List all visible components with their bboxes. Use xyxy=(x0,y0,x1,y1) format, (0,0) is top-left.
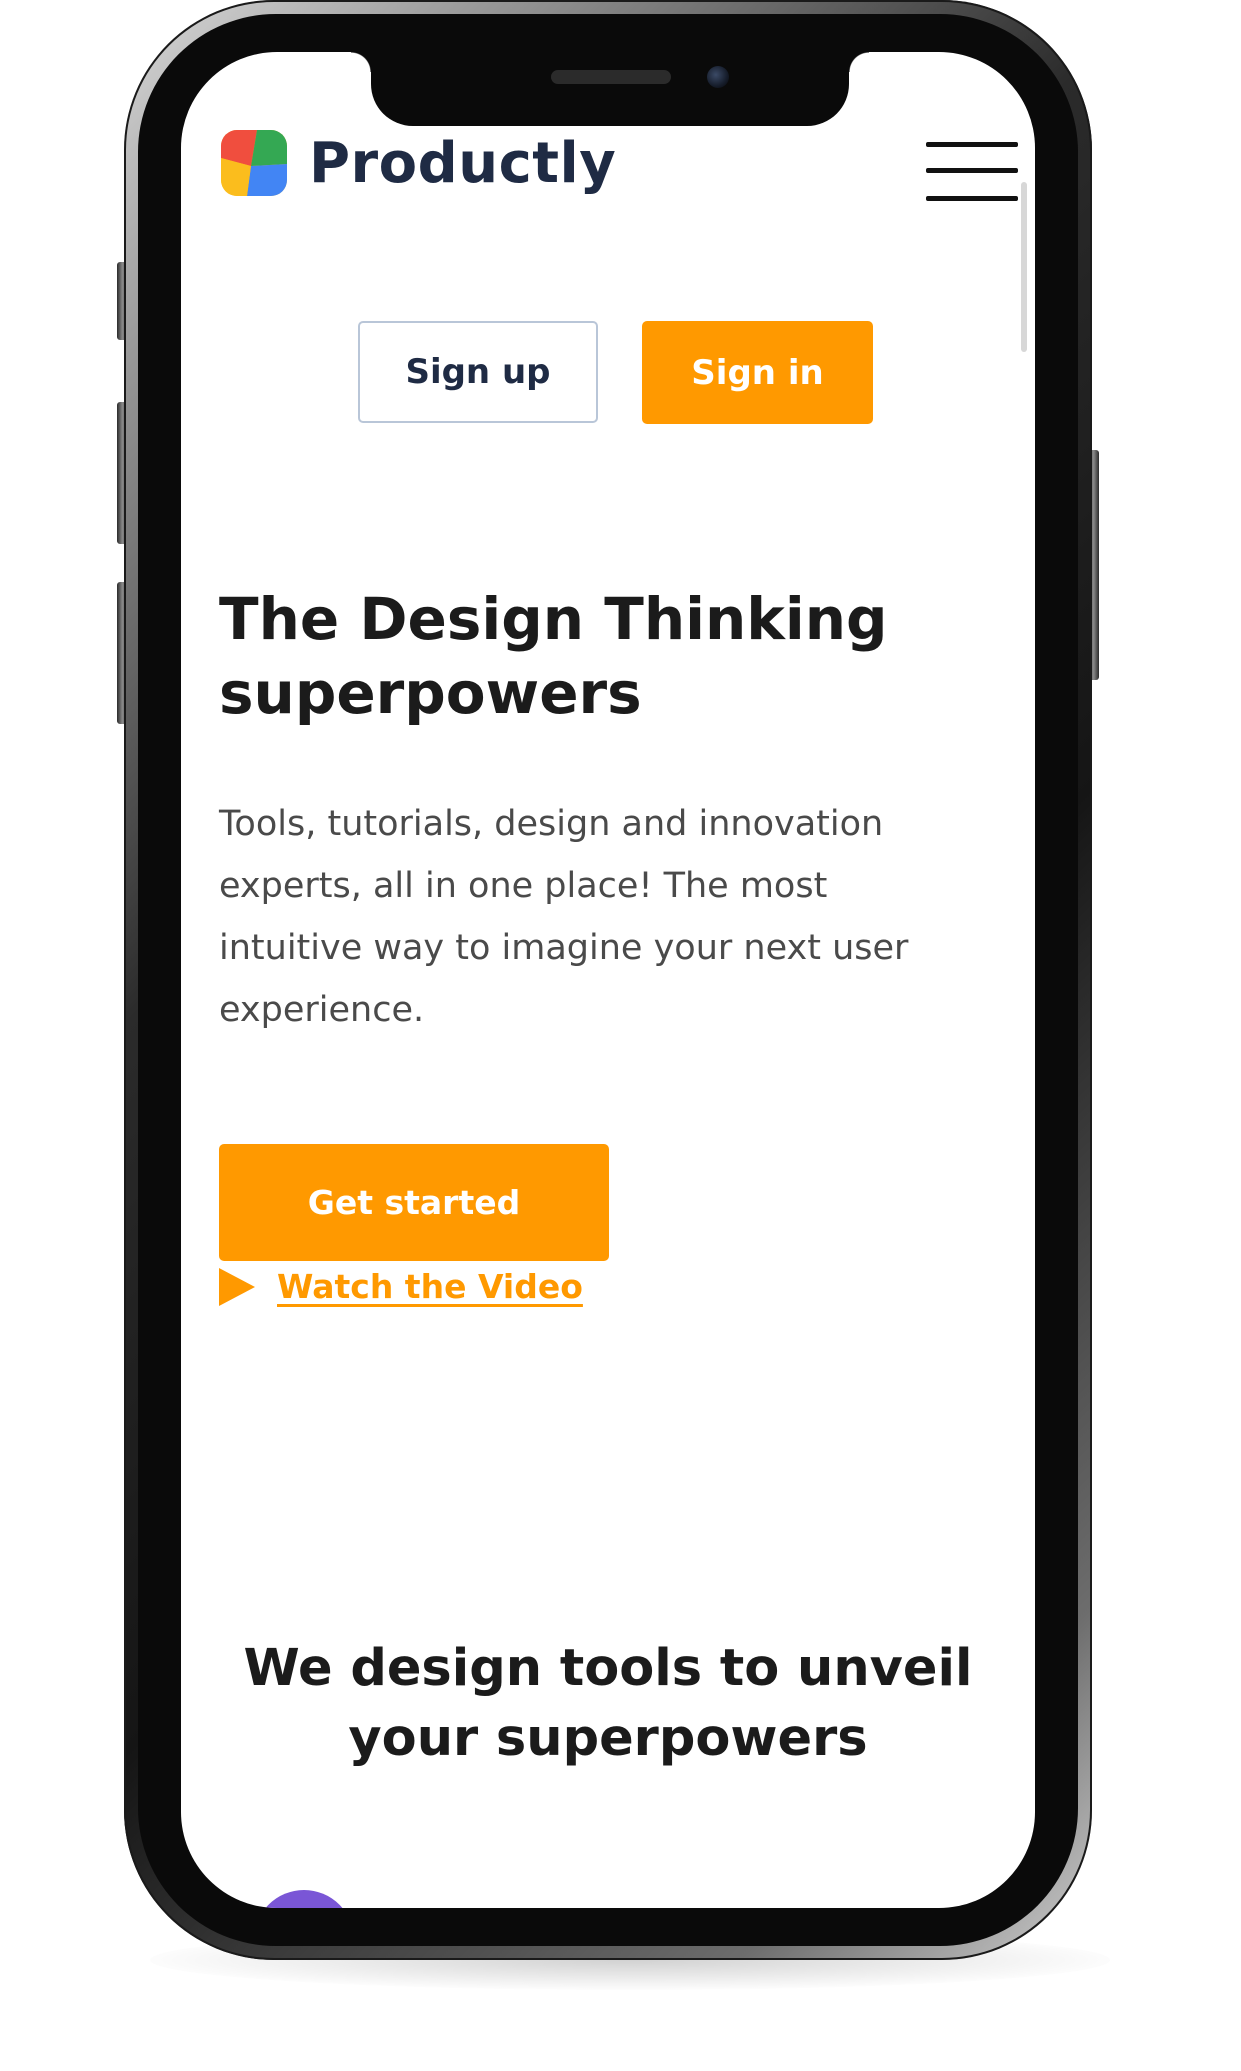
phone-notch xyxy=(351,52,869,126)
hero-title-line: The Design Thinking xyxy=(219,585,888,653)
earpiece-speaker xyxy=(551,70,671,84)
section-title-line: your superpowers xyxy=(348,1709,868,1768)
hero-title-line: superpowers xyxy=(219,659,642,727)
hero-description-line: Tools, tutorials, design and innovation xyxy=(219,804,884,844)
menu-bar xyxy=(926,168,1018,173)
get-started-button[interactable]: Get started xyxy=(219,1144,609,1261)
section-title-line: We design tools to unveil xyxy=(243,1639,973,1698)
menu-bar xyxy=(926,142,1018,147)
page-scrollbar[interactable] xyxy=(1021,182,1027,352)
brand-logo[interactable]: Productly xyxy=(221,130,616,196)
sign-in-button[interactable]: Sign in xyxy=(642,321,873,424)
phone-frame: Productly Sign up Sign in The Design Thi… xyxy=(124,0,1092,1960)
play-icon xyxy=(219,1267,255,1306)
hero-title: The Design Thinking superpowers xyxy=(219,582,979,730)
feature-icon-peek xyxy=(254,1890,354,1908)
sign-up-button[interactable]: Sign up xyxy=(358,321,598,423)
device-mockup: Productly Sign up Sign in The Design Thi… xyxy=(0,0,1241,2071)
hero-description-line: experts, all in one place! The most xyxy=(219,866,828,906)
hero-description: Tools, tutorials, design and innovation … xyxy=(219,793,1009,1041)
phone-screen: Productly Sign up Sign in The Design Thi… xyxy=(181,52,1035,1908)
watch-video-label: Watch the Video xyxy=(277,1267,583,1306)
hero-description-line: experience. xyxy=(219,990,425,1030)
front-camera xyxy=(707,66,729,88)
watch-video-link[interactable]: Watch the Video xyxy=(219,1267,583,1306)
hero-description-line: intuitive way to imagine your next user xyxy=(219,928,909,968)
menu-bar xyxy=(926,196,1018,201)
hamburger-menu-icon[interactable] xyxy=(926,136,1018,208)
brand-name: Productly xyxy=(309,130,617,196)
productly-logo-icon xyxy=(221,130,287,196)
section-title: We design tools to unveil your superpowe… xyxy=(181,1634,1035,1774)
